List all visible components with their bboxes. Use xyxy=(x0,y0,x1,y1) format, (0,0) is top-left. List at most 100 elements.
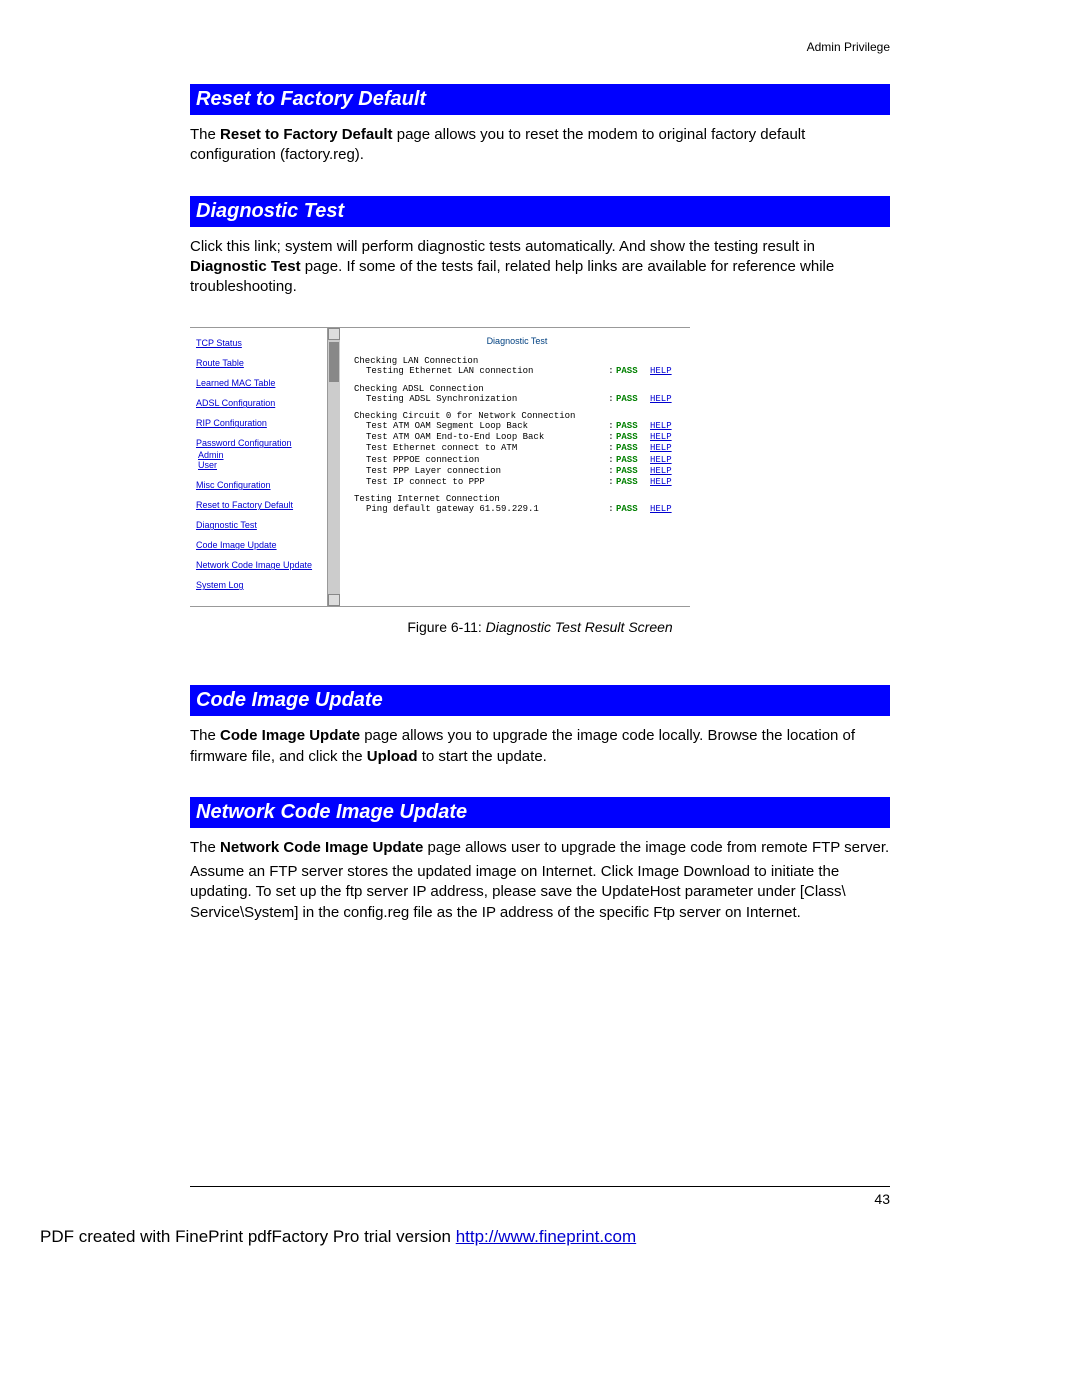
sidebar: TCP Status Route Table Learned MAC Table… xyxy=(190,328,340,606)
caption-text: Diagnostic Test Result Screen xyxy=(486,619,673,635)
para-reset: The Reset to Factory Default page allows… xyxy=(190,125,890,166)
diag-panel-title: Diagnostic Test xyxy=(354,336,680,346)
test-status: PASS xyxy=(616,432,650,443)
sidebar-item-misc[interactable]: Misc Configuration xyxy=(196,480,334,490)
group-heading: Checking LAN Connection xyxy=(354,356,680,366)
text: The xyxy=(190,727,220,744)
sidebar-item-adsl-config[interactable]: ADSL Configuration xyxy=(196,398,334,408)
caption-prefix: Figure 6-11: xyxy=(407,619,485,635)
text: The xyxy=(190,126,220,143)
scroll-thumb[interactable] xyxy=(329,342,339,382)
test-row: Test ATM OAM Segment Loop Back:PASSHELP xyxy=(354,421,680,432)
test-label: Test ATM OAM End-to-End Loop Back xyxy=(354,432,606,443)
scroll-down-icon[interactable] xyxy=(328,594,340,606)
sidebar-item-code-image[interactable]: Code Image Update xyxy=(196,540,334,550)
group-heading: Checking Circuit 0 for Network Connectio… xyxy=(354,411,680,421)
footer-link[interactable]: http://www.fineprint.com xyxy=(456,1227,636,1246)
text: page allows user to upgrade the image co… xyxy=(423,839,889,856)
test-label: Testing Ethernet LAN connection xyxy=(354,366,606,377)
header-right: Admin Privilege xyxy=(190,40,890,54)
text: The xyxy=(190,839,220,856)
sidebar-item-rip-config[interactable]: RIP Configuration xyxy=(196,418,334,428)
test-label: Test Ethernet connect to ATM xyxy=(354,443,606,454)
sidebar-item-route-table[interactable]: Route Table xyxy=(196,358,334,368)
scrollbar[interactable] xyxy=(327,328,340,606)
test-status: PASS xyxy=(616,477,650,488)
test-status: PASS xyxy=(616,443,650,454)
separator: : xyxy=(606,466,616,477)
test-row: Testing ADSL Synchronization : PASS HELP xyxy=(354,394,680,405)
embedded-screenshot: TCP Status Route Table Learned MAC Table… xyxy=(190,327,690,607)
para-code: The Code Image Update page allows you to… xyxy=(190,726,890,767)
sidebar-item-system-log[interactable]: System Log xyxy=(196,580,334,590)
text-bold: Code Image Update xyxy=(220,727,360,744)
footer-text: PDF created with FinePrint pdfFactory Pr… xyxy=(40,1227,456,1246)
test-row: Testing Ethernet LAN connection : PASS H… xyxy=(354,366,680,377)
scroll-up-icon[interactable] xyxy=(328,328,340,340)
page-rule xyxy=(190,1186,890,1187)
help-link[interactable]: HELP xyxy=(650,455,672,465)
group-heading: Checking ADSL Connection xyxy=(354,384,680,394)
separator: : xyxy=(606,394,616,405)
text-bold: Network Code Image Update xyxy=(220,839,423,856)
section-title-network-code: Network Code Image Update xyxy=(190,797,890,828)
help-link[interactable]: HELP xyxy=(650,504,672,514)
sidebar-item-learned-mac[interactable]: Learned MAC Table xyxy=(196,378,334,388)
separator: : xyxy=(606,432,616,443)
test-label: Test ATM OAM Segment Loop Back xyxy=(354,421,606,432)
test-row: Ping default gateway 61.59.229.1:PASSHEL… xyxy=(354,504,680,515)
separator: : xyxy=(606,421,616,432)
separator: : xyxy=(606,477,616,488)
separator: : xyxy=(606,504,616,515)
help-link[interactable]: HELP xyxy=(650,443,672,453)
separator: : xyxy=(606,366,616,377)
test-row: Test IP connect to PPP:PASSHELP xyxy=(354,477,680,488)
test-label: Test IP connect to PPP xyxy=(354,477,606,488)
help-link[interactable]: HELP xyxy=(650,421,672,431)
sidebar-item-tcp-status[interactable]: TCP Status xyxy=(196,338,334,348)
test-status: PASS xyxy=(616,455,650,466)
sidebar-item-diagnostic[interactable]: Diagnostic Test xyxy=(196,520,334,530)
sidebar-item-reset[interactable]: Reset to Factory Default xyxy=(196,500,334,510)
sidebar-item-user[interactable]: User xyxy=(198,460,334,470)
test-status: PASS xyxy=(616,466,650,477)
section-title-diagnostic: Diagnostic Test xyxy=(190,196,890,227)
section-title-reset: Reset to Factory Default xyxy=(190,84,890,115)
separator: : xyxy=(606,443,616,454)
test-row: Test Ethernet connect to ATM:PASSHELP xyxy=(354,443,680,454)
test-label: Ping default gateway 61.59.229.1 xyxy=(354,504,606,515)
help-link[interactable]: HELP xyxy=(650,477,672,487)
test-row: Test PPP Layer connection:PASSHELP xyxy=(354,466,680,477)
page-number: 43 xyxy=(874,1191,890,1207)
text: Click this link; system will perform dia… xyxy=(190,238,815,255)
help-link[interactable]: HELP xyxy=(650,394,672,404)
test-status: PASS xyxy=(616,394,650,405)
para-net-2: Assume an FTP server stores the updated … xyxy=(190,862,890,923)
test-status: PASS xyxy=(616,366,650,377)
test-row: Test PPPOE connection:PASSHELP xyxy=(354,455,680,466)
group-heading: Testing Internet Connection xyxy=(354,494,680,504)
test-status: PASS xyxy=(616,421,650,432)
test-row: Test ATM OAM End-to-End Loop Back:PASSHE… xyxy=(354,432,680,443)
pdf-footer: PDF created with FinePrint pdfFactory Pr… xyxy=(40,1227,636,1247)
help-link[interactable]: HELP xyxy=(650,466,672,476)
text-bold: Upload xyxy=(367,748,418,765)
sidebar-item-network-code[interactable]: Network Code Image Update xyxy=(196,560,334,570)
help-link[interactable]: HELP xyxy=(650,432,672,442)
test-label: Test PPPOE connection xyxy=(354,455,606,466)
para-net-1: The Network Code Image Update page allow… xyxy=(190,838,890,858)
text: to start the update. xyxy=(418,748,547,765)
section-title-code-image: Code Image Update xyxy=(190,685,890,716)
sidebar-item-admin[interactable]: Admin xyxy=(198,450,334,460)
text-bold: Diagnostic Test xyxy=(190,258,301,275)
test-label: Testing ADSL Synchronization xyxy=(354,394,606,405)
test-label: Test PPP Layer connection xyxy=(354,466,606,477)
separator: : xyxy=(606,455,616,466)
help-link[interactable]: HELP xyxy=(650,366,672,376)
para-diag: Click this link; system will perform dia… xyxy=(190,237,890,298)
sidebar-group-password: Password Configuration xyxy=(196,438,334,448)
diag-panel: Diagnostic Test Checking LAN Connection … xyxy=(340,328,690,606)
figure-caption: Figure 6-11: Diagnostic Test Result Scre… xyxy=(190,619,890,635)
test-status: PASS xyxy=(616,504,650,515)
text-bold: Reset to Factory Default xyxy=(220,126,393,143)
